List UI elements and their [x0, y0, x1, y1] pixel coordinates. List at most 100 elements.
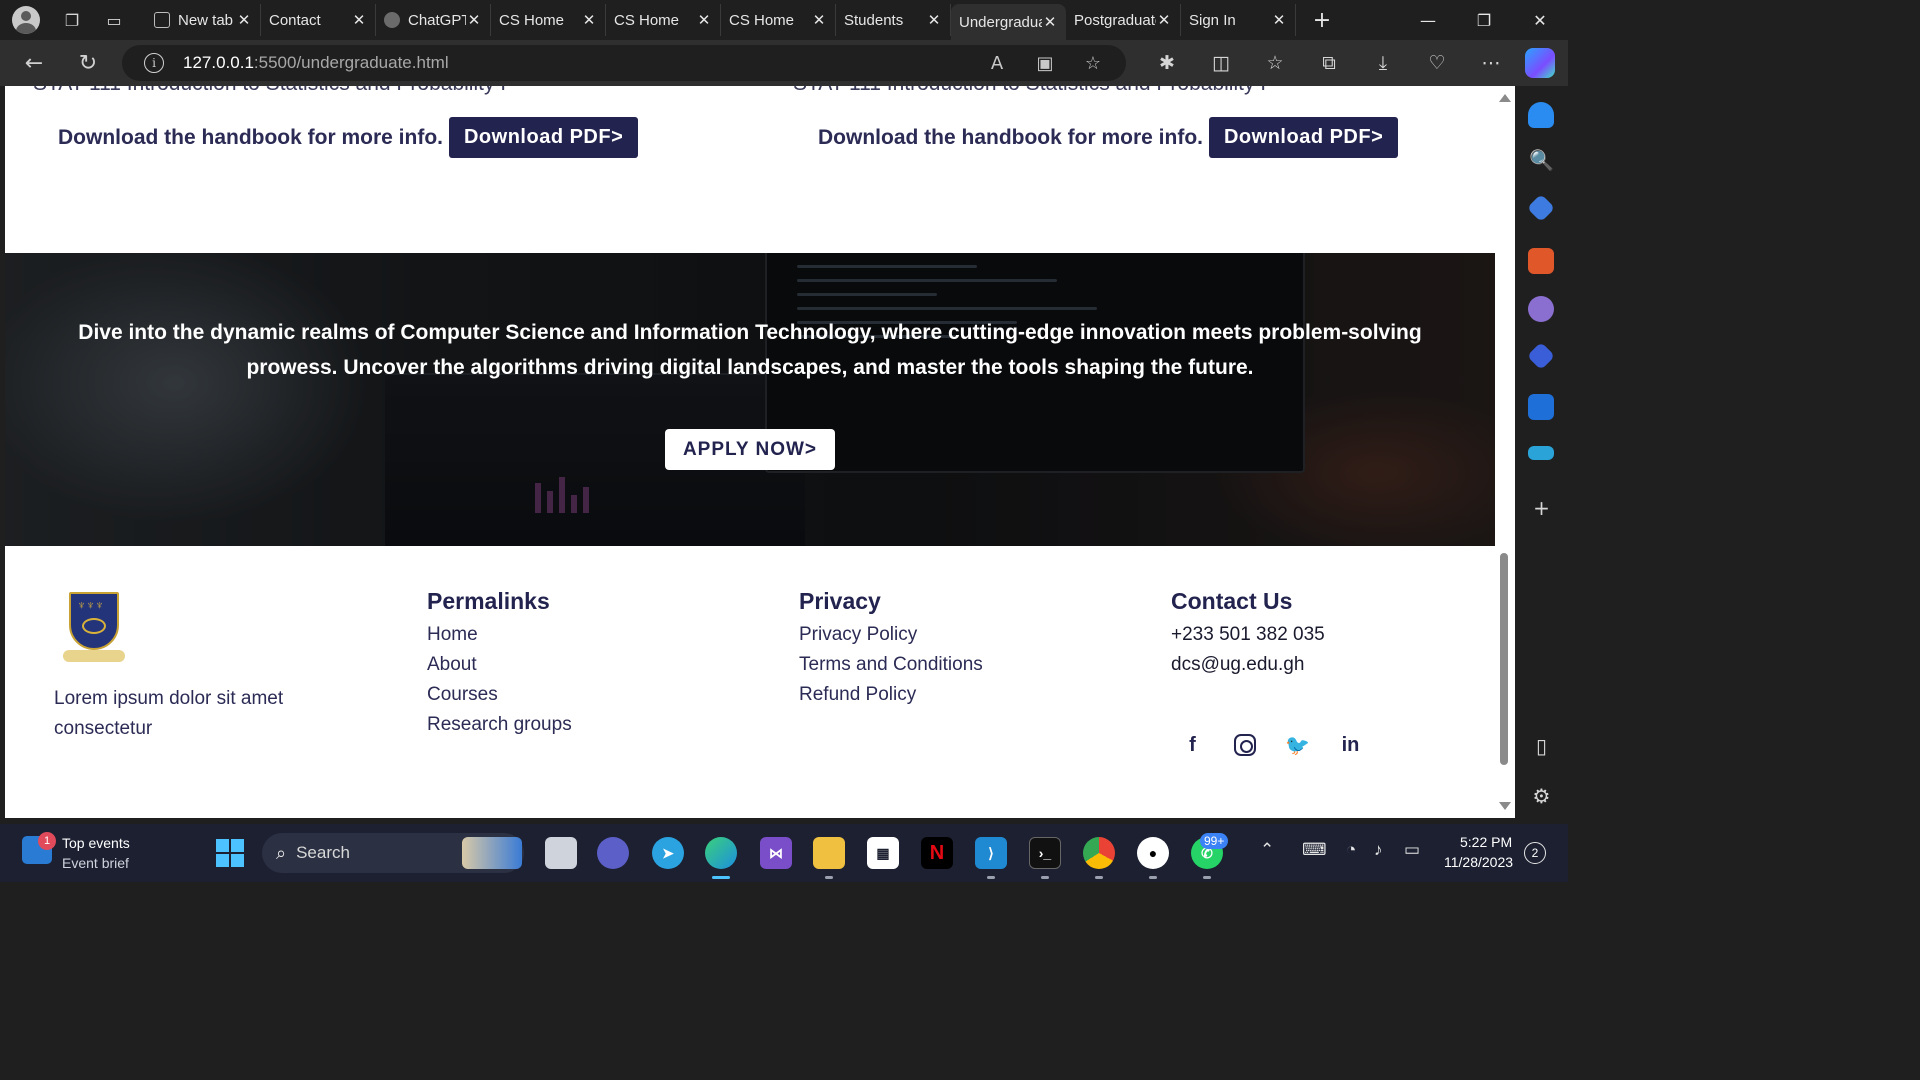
close-tab-icon[interactable]: ✕	[811, 11, 827, 29]
task-view-icon[interactable]	[545, 837, 577, 869]
page-scrollbar[interactable]	[1495, 86, 1515, 818]
footer-link-terms[interactable]: Terms and Conditions	[799, 650, 983, 680]
settings-more-icon[interactable]: ⋯	[1464, 52, 1518, 74]
browser-tab[interactable]: Students ✕	[836, 4, 951, 66]
scrollbar-thumb[interactable]	[1500, 553, 1508, 765]
close-tab-icon[interactable]: ✕	[926, 11, 942, 29]
clock-time[interactable]: 5:22 PM	[1460, 834, 1512, 850]
browser-essentials-icon[interactable]: ♡	[1410, 52, 1464, 74]
netflix-icon[interactable]: N	[921, 837, 953, 869]
favorites-icon[interactable]: ☆	[1248, 52, 1302, 74]
new-tab-button[interactable]: +	[1302, 8, 1342, 33]
close-tab-icon[interactable]: ✕	[351, 11, 367, 29]
minimize-button[interactable]: —	[1400, 0, 1456, 40]
terminal-icon[interactable]: ›_	[1029, 837, 1061, 869]
sidebar-settings-icon[interactable]: ⚙	[1515, 784, 1568, 808]
games-icon[interactable]	[1528, 296, 1554, 322]
github-icon[interactable]: ●	[1137, 837, 1169, 869]
footer-link-courses[interactable]: Courses	[427, 680, 572, 710]
vscode-icon[interactable]: ⟩	[975, 837, 1007, 869]
shopping-tag-icon[interactable]	[1526, 193, 1556, 223]
add-sidebar-app-icon[interactable]: +	[1515, 496, 1568, 520]
immersive-reader-icon[interactable]: ▣	[1028, 53, 1062, 74]
read-aloud-icon[interactable]: A	[980, 53, 1014, 74]
apply-now-button[interactable]: APPLY NOW>	[665, 429, 835, 470]
download-pdf-button[interactable]: Download PDF>	[448, 117, 639, 158]
notifications-bell-icon[interactable]	[1528, 102, 1554, 128]
start-button[interactable]	[216, 839, 244, 867]
copilot-icon[interactable]	[1525, 48, 1555, 78]
restore-button[interactable]: ❐	[1456, 0, 1512, 40]
volume-icon[interactable]: ♪	[1374, 840, 1383, 860]
profile-avatar[interactable]	[12, 6, 40, 34]
downloads-icon[interactable]: ⤓	[1356, 52, 1410, 74]
browser-tab[interactable]: Undergraduate✕	[951, 4, 1066, 66]
footer-link-home[interactable]: Home	[427, 620, 572, 650]
address-bar[interactable]: i 127.0.0.1:5500/undergraduate.html A ▣ …	[122, 45, 1126, 81]
widgets-news-subtitle[interactable]: Event brief	[62, 855, 129, 871]
site-info-icon[interactable]: i	[144, 53, 164, 73]
close-tab-icon[interactable]: ✕	[696, 11, 712, 29]
scroll-down-arrow[interactable]	[1499, 802, 1511, 810]
collections-icon[interactable]: ⧉	[1302, 52, 1356, 74]
browser-tab[interactable]: ChatGPT ✕	[376, 4, 491, 36]
close-tab-icon[interactable]: ✕	[236, 11, 252, 29]
browser-tab[interactable]: CS Home ✕	[606, 4, 721, 66]
footer-link-about[interactable]: About	[427, 650, 572, 680]
favorite-star-icon[interactable]: ☆	[1076, 53, 1110, 74]
browser-tab[interactable]: CS Home ✕	[491, 4, 606, 66]
drop-icon[interactable]	[1528, 446, 1554, 460]
linkedin-icon[interactable]: in	[1335, 730, 1366, 761]
close-tab-icon[interactable]: ✕	[1042, 13, 1058, 31]
footer-link-research-groups[interactable]: Research groups	[427, 710, 572, 740]
close-window-button[interactable]: ✕	[1512, 0, 1568, 40]
tab-actions-icon[interactable]: ▭	[96, 2, 132, 38]
battery-icon[interactable]: ▭	[1404, 840, 1420, 860]
browser-toolbar: ✱ ◫ ☆ ⧉ ⤓ ♡ ⋯	[1140, 46, 1518, 80]
university-crest-logo[interactable]: ♆♆♆	[63, 592, 125, 670]
browser-tab[interactable]: New tab ✕	[146, 4, 261, 36]
url-text[interactable]: 127.0.0.1:5500/undergraduate.html	[183, 53, 449, 73]
chrome-icon[interactable]	[1083, 837, 1115, 869]
contact-email[interactable]: dcs@ug.edu.gh	[1171, 650, 1325, 680]
notification-center-badge[interactable]: 2	[1524, 842, 1546, 864]
instagram-icon[interactable]	[1234, 734, 1256, 756]
footer-link-privacy-policy[interactable]: Privacy Policy	[799, 620, 983, 650]
close-tab-icon[interactable]: ✕	[466, 11, 482, 29]
download-pdf-button[interactable]: Download PDF>	[1208, 117, 1399, 158]
keyboard-icon[interactable]: ⌨	[1302, 840, 1327, 860]
wifi-icon[interactable]: ◔	[1346, 840, 1356, 860]
back-button[interactable]: ←	[16, 46, 52, 80]
browser-tab[interactable]: Sign In ✕	[1181, 4, 1296, 66]
show-hidden-icons-chevron-icon[interactable]: ⌃	[1260, 840, 1274, 860]
footer-link-refund-policy[interactable]: Refund Policy	[799, 680, 983, 710]
browser-tab[interactable]: Contact ✕	[261, 4, 376, 66]
close-tab-icon[interactable]: ✕	[1271, 11, 1287, 29]
extensions-icon[interactable]: ✱	[1140, 52, 1194, 74]
file-explorer-icon[interactable]	[813, 837, 845, 869]
facebook-icon[interactable]: f	[1177, 730, 1208, 761]
twitter-icon[interactable]: 🐦	[1282, 730, 1313, 761]
hide-sidebar-icon[interactable]: ▯	[1515, 734, 1568, 758]
workspaces-icon[interactable]: ❐	[54, 2, 90, 38]
microsoft-365-icon[interactable]	[1526, 341, 1556, 371]
github-running-indicator	[1149, 876, 1157, 879]
browser-tab[interactable]: Postgraduate ✕	[1066, 4, 1181, 66]
search-highlight-icon[interactable]	[462, 837, 522, 869]
teams-chat-icon[interactable]	[597, 837, 629, 869]
edge-icon[interactable]	[705, 837, 737, 869]
tools-briefcase-icon[interactable]	[1528, 248, 1554, 274]
refresh-button[interactable]: ↻	[70, 46, 106, 80]
visual-studio-preview-icon[interactable]: ⋈	[760, 837, 792, 869]
search-icon[interactable]: 🔍	[1515, 148, 1568, 172]
split-screen-icon[interactable]: ◫	[1194, 52, 1248, 74]
scroll-up-arrow[interactable]	[1499, 94, 1511, 102]
widgets-news-title[interactable]: Top events	[62, 835, 130, 851]
microsoft-store-icon[interactable]: ▦	[867, 837, 899, 869]
telegram-icon[interactable]: ➤	[652, 837, 684, 869]
outlook-icon[interactable]	[1528, 394, 1554, 420]
close-tab-icon[interactable]: ✕	[1156, 11, 1172, 29]
clock-date[interactable]: 11/28/2023	[1444, 854, 1513, 870]
browser-tab[interactable]: CS Home ✕	[721, 4, 836, 66]
close-tab-icon[interactable]: ✕	[581, 11, 597, 29]
